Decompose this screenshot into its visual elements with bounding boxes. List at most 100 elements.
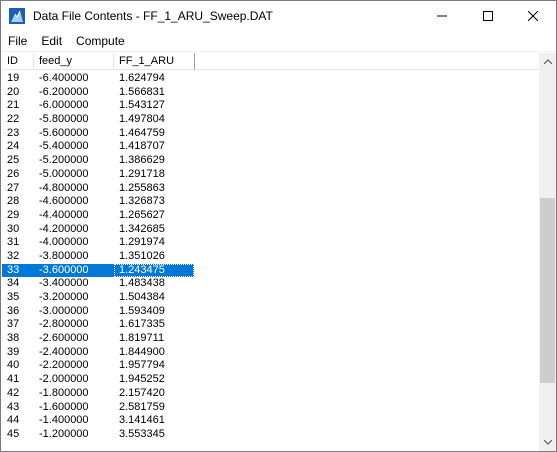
cell-id: 43	[7, 400, 20, 413]
minimize-button[interactable]	[419, 1, 465, 31]
focus-rectangle	[114, 263, 194, 278]
table-row[interactable]: 30 -4.200000 1.342685	[2, 223, 539, 237]
cell-id: 37	[7, 318, 20, 331]
table-row[interactable]: 36 -3.000000 1.593409	[2, 305, 539, 319]
menu-edit[interactable]: Edit	[34, 31, 69, 51]
table-row[interactable]: 43 -1.600000 2.581759	[2, 401, 539, 415]
maximize-icon	[483, 11, 493, 21]
table-row[interactable]: 34 -3.400000 1.483438	[2, 277, 539, 291]
vertical-scrollbar[interactable]	[539, 53, 556, 451]
data-list-view[interactable]: ID feed_y FF_1_ARU 19 -6.400000 1.624794 20…	[2, 53, 556, 451]
close-button[interactable]	[510, 1, 556, 31]
cell-ff-1-aru: 1.819711	[119, 332, 165, 345]
cell-id: 26	[7, 167, 20, 180]
table-row[interactable]: 32 -3.800000 1.351026	[2, 250, 539, 264]
table-row[interactable]: 24 -5.400000 1.418707	[2, 140, 539, 154]
cell-id: 25	[7, 154, 20, 167]
cell-feed-y: -6.000000	[39, 99, 89, 112]
cell-id: 23	[7, 126, 20, 139]
cell-id: 28	[7, 195, 20, 208]
table-row[interactable]: 40 -2.200000 1.957794	[2, 359, 539, 373]
cell-id: 31	[7, 236, 20, 249]
cell-id: 34	[7, 277, 20, 290]
table-row[interactable]: 33 -3.600000 1.243475	[2, 263, 539, 278]
table-row[interactable]: 42 -1.800000 2.157420	[2, 387, 539, 401]
cell-ff-1-aru: 1.957794	[119, 359, 165, 372]
cell-ff-1-aru: 1.543127	[119, 99, 165, 112]
cell-feed-y: -1.400000	[39, 414, 89, 427]
cell-id: 27	[7, 181, 20, 194]
cell-ff-1-aru: 1.593409	[119, 304, 165, 317]
table-row[interactable]: 37 -2.800000 1.617335	[2, 318, 539, 332]
cell-ff-1-aru: 1.291718	[119, 167, 165, 180]
cell-ff-1-aru: 1.844900	[119, 345, 165, 358]
maximize-button[interactable]	[465, 1, 511, 31]
cell-ff-1-aru: 1.255863	[119, 181, 165, 194]
cell-ff-1-aru: 1.464759	[119, 126, 165, 139]
app-icon[interactable]	[9, 8, 25, 24]
cell-ff-1-aru: 3.141461	[119, 414, 165, 427]
table-row[interactable]: 29 -4.400000 1.265627	[2, 209, 539, 223]
table-row[interactable]: 31 -4.000000 1.291974	[2, 236, 539, 250]
table-row[interactable]: 25 -5.200000 1.386629	[2, 154, 539, 168]
cell-feed-y: -3.800000	[39, 249, 89, 262]
cell-feed-y: -5.800000	[39, 113, 89, 126]
menu-compute[interactable]: Compute	[69, 31, 132, 51]
cell-id: 30	[7, 222, 20, 235]
table-row[interactable]: 39 -2.400000 1.844900	[2, 346, 539, 360]
scroll-down-button[interactable]	[539, 434, 556, 451]
cell-ff-1-aru: 1.418707	[119, 140, 165, 153]
cell-ff-1-aru: 1.617335	[119, 318, 165, 331]
table-row[interactable]: 21 -6.000000 1.543127	[2, 99, 539, 113]
menu-file[interactable]: File	[1, 31, 34, 51]
cell-id: 39	[7, 345, 20, 358]
cell-ff-1-aru: 1.351026	[119, 249, 165, 262]
cell-id: 45	[7, 427, 20, 440]
table-row[interactable]: 23 -5.600000 1.464759	[2, 127, 539, 141]
cell-feed-y: -3.000000	[39, 304, 89, 317]
table-row[interactable]: 41 -2.000000 1.945252	[2, 373, 539, 387]
table-row[interactable]: 38 -2.600000 1.819711	[2, 332, 539, 346]
table-row[interactable]: 28 -4.600000 1.326873	[2, 195, 539, 209]
title-bar[interactable]: Data File Contents - FF_1_ARU_Sweep.DAT	[1, 1, 556, 31]
cell-feed-y: -4.200000	[39, 222, 89, 235]
table-row[interactable]: 26 -5.000000 1.291718	[2, 168, 539, 182]
table-row[interactable]: 20 -6.200000 1.566831	[2, 86, 539, 100]
scroll-up-button[interactable]	[539, 53, 556, 70]
column-header-id[interactable]: ID	[2, 53, 34, 70]
cell-ff-1-aru: 1.504384	[119, 291, 165, 303]
cell-feed-y: -1.600000	[39, 400, 89, 413]
cell-id: 21	[7, 99, 20, 112]
scroll-down-arrow-icon	[543, 440, 552, 445]
cell-id: 22	[7, 113, 20, 126]
close-icon	[528, 11, 538, 21]
cell-feed-y: -4.400000	[39, 208, 89, 221]
table-row[interactable]: 45 -1.200000 3.553345	[2, 428, 539, 442]
table-row[interactable]: 22 -5.800000 1.497804	[2, 113, 539, 127]
cell-ff-1-aru: 1.326873	[119, 195, 165, 208]
cell-feed-y: -4.600000	[39, 195, 89, 208]
cell-feed-y: -5.000000	[39, 167, 89, 180]
cell-id: 44	[7, 414, 20, 427]
cell-id: 24	[7, 140, 20, 153]
cell-id: 29	[7, 208, 20, 221]
cell-id: 33	[7, 263, 20, 276]
scroll-thumb[interactable]	[540, 198, 555, 383]
cell-id: 40	[7, 359, 20, 372]
cell-feed-y: -2.400000	[39, 345, 89, 358]
table-row[interactable]: 27 -4.800000 1.255863	[2, 182, 539, 196]
cell-ff-1-aru: 1.342685	[119, 222, 165, 235]
column-header-ff-1-aru[interactable]: FF_1_ARU	[114, 53, 195, 70]
menu-bar: File Edit Compute	[1, 31, 556, 52]
table-row[interactable]: 19 -6.400000 1.624794	[2, 72, 539, 86]
cell-feed-y: -3.200000	[39, 291, 89, 303]
table-row[interactable]: 44 -1.400000 3.141461	[2, 414, 539, 428]
table-row[interactable]: 35 -3.200000 1.504384	[2, 291, 539, 305]
cell-feed-y: -5.600000	[39, 126, 89, 139]
cell-feed-y: -2.800000	[39, 318, 89, 331]
cell-id: 20	[7, 85, 20, 98]
cell-feed-y: -2.000000	[39, 373, 89, 386]
window-title: Data File Contents - FF_1_ARU_Sweep.DAT	[33, 9, 273, 23]
column-header-feed-y[interactable]: feed_y	[34, 53, 114, 70]
cell-id: 32	[7, 249, 20, 262]
